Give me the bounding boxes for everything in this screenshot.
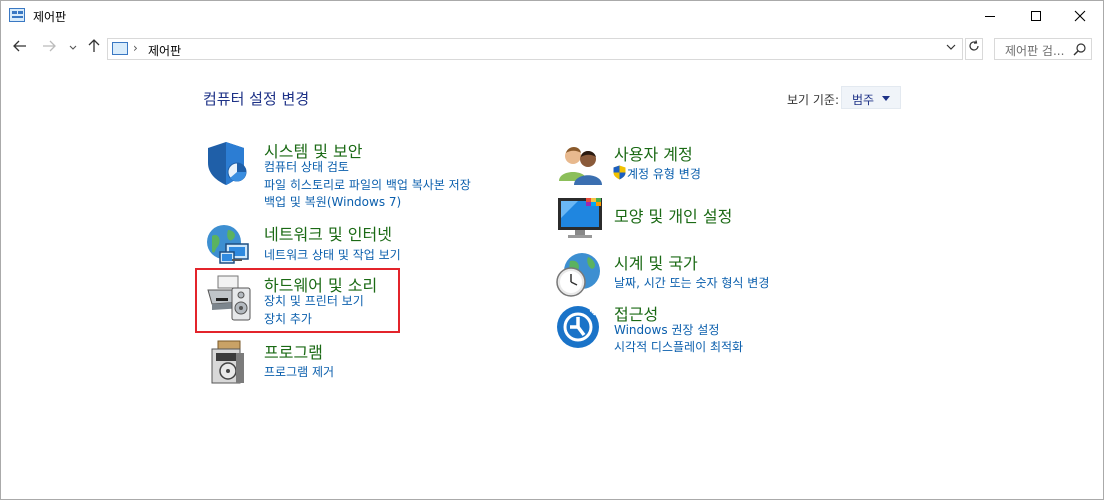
link-backup-restore[interactable]: 백업 및 복원(Windows 7) [264,193,401,210]
breadcrumb-control-panel[interactable]: 제어판 [148,42,181,59]
category-clock-region: 시계 및 국가 날짜, 시간 또는 숫자 형식 변경 [556,251,856,299]
category-title-programs[interactable]: 프로그램 [264,339,323,363]
minimize-button[interactable] [967,1,1013,31]
address-bar[interactable]: › 제어판 [107,38,963,60]
forward-button[interactable] [42,39,56,55]
chevron-down-icon [69,45,77,50]
address-dropdown-button[interactable] [946,41,956,54]
monitor-color-icon[interactable] [556,194,604,242]
users-icon[interactable] [556,141,604,189]
clock-globe-icon[interactable] [556,251,604,299]
back-button[interactable] [13,39,27,55]
shield-icon[interactable] [206,139,254,187]
accessibility-icon[interactable] [556,303,604,351]
category-title-appearance[interactable]: 모양 및 개인 설정 [614,203,732,227]
forward-arrow-icon [43,40,56,52]
up-button[interactable] [88,39,100,56]
caret-down-icon [882,96,890,101]
category-appearance: 모양 및 개인 설정 [556,194,856,242]
category-user-accounts: 사용자 계정 계정 유형 변경 [556,141,856,185]
category-network-internet: 네트워크 및 인터넷 네트워크 상태 및 작업 보기 [206,222,506,266]
link-windows-recommended-settings[interactable]: Windows 권장 설정 [614,321,719,338]
control-panel-window: 제어판 › 제어판 제어판 검... 컴퓨터 설정 변경 보기 기준: 범주 시… [0,0,1104,500]
link-optimize-visual-display[interactable]: 시각적 디스플레이 최적화 [614,338,743,355]
navigation-bar: › 제어판 제어판 검... [1,31,1103,65]
breadcrumb-separator-icon[interactable]: › [133,41,138,55]
close-button[interactable] [1057,1,1103,31]
link-network-status-tasks[interactable]: 네트워크 상태 및 작업 보기 [264,246,401,263]
uac-shield-icon [613,165,626,180]
view-by-dropdown[interactable]: 범주 [841,86,901,109]
maximize-icon [1031,11,1041,21]
search-icon[interactable] [1073,42,1087,56]
link-file-history[interactable]: 파일 히스토리로 파일의 백업 복사본 저장 [264,176,471,193]
search-box[interactable]: 제어판 검... [994,38,1092,60]
chevron-down-icon [946,44,956,50]
link-change-account-type[interactable]: 계정 유형 변경 [627,165,701,182]
refresh-button[interactable] [965,38,983,60]
link-uninstall-program[interactable]: 프로그램 제거 [264,363,334,380]
category-title-network-internet[interactable]: 네트워크 및 인터넷 [264,221,392,245]
up-arrow-icon [88,39,100,52]
category-title-clock-region[interactable]: 시계 및 국가 [614,250,698,274]
highlight-box [195,268,400,333]
control-panel-icon [112,42,128,55]
maximize-button[interactable] [1013,1,1059,31]
link-change-date-time-format[interactable]: 날짜, 시간 또는 숫자 형식 변경 [614,274,769,291]
program-box-icon[interactable] [206,339,254,387]
refresh-icon [969,40,979,51]
search-input[interactable]: 제어판 검... [1005,42,1064,59]
recent-locations-button[interactable] [69,41,77,57]
page-title: 컴퓨터 설정 변경 [203,90,310,108]
category-system-security: 시스템 및 보안 컴퓨터 상태 검토 파일 히스토리로 파일의 백업 복사본 저… [206,139,506,209]
back-arrow-icon [13,40,26,52]
view-by-value: 범주 [852,93,875,107]
category-programs: 프로그램 프로그램 제거 [206,339,456,384]
view-by-label: 보기 기준: [787,93,840,107]
window-title: 제어판 [33,10,67,24]
link-review-computer-status[interactable]: 컴퓨터 상태 검토 [264,158,349,175]
close-icon [1074,10,1086,22]
category-ease-of-access: 접근성 Windows 권장 설정 시각적 디스플레이 최적화 [556,303,856,355]
network-globe-icon[interactable] [206,222,254,270]
control-panel-icon [9,8,25,22]
title-bar: 제어판 [1,1,1103,31]
category-title-user-accounts[interactable]: 사용자 계정 [614,141,693,165]
minimize-icon [985,15,995,17]
